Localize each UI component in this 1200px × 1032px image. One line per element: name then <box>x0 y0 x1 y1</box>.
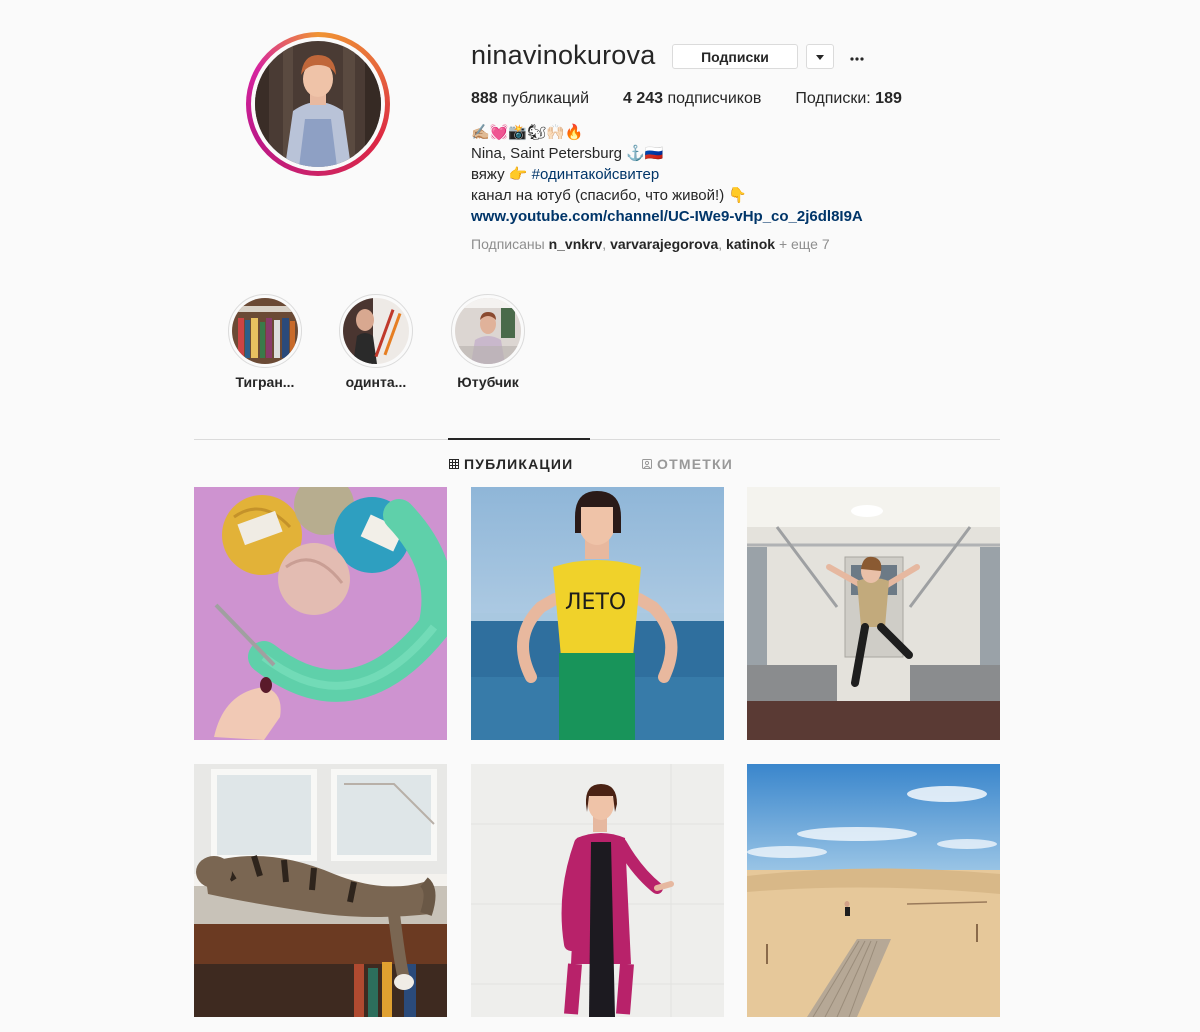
tagged-user-icon <box>642 459 652 469</box>
bio-emoji-line: ✍🏼💓📸🐿🙌🏻🔥 <box>471 124 584 141</box>
avatar[interactable] <box>255 41 381 167</box>
post-thumbnail[interactable] <box>471 764 724 1017</box>
profile-stats: 888 публикаций 4 243 подписчиков Подписк… <box>471 90 936 108</box>
bio-name-line: Nina, Saint Petersburg ⚓️🇷🇺 <box>471 145 664 162</box>
highlight-cover <box>343 298 409 364</box>
tab-posts-label: ПУБЛИКАЦИИ <box>464 456 574 472</box>
post-thumbnail[interactable] <box>194 487 447 740</box>
profile-avatar-ring[interactable] <box>246 32 390 176</box>
posts-count-stat: 888 публикаций <box>471 90 589 108</box>
followers-label: подписчиков <box>667 90 762 107</box>
followed-by-more-link[interactable]: + еще 7 <box>779 236 830 252</box>
tab-tagged[interactable]: ОТМЕТКИ <box>642 456 733 472</box>
tab-posts[interactable]: ПУБЛИКАЦИИ <box>449 456 573 472</box>
post-thumbnail[interactable] <box>747 487 1000 740</box>
story-highlight[interactable]: одинта... <box>328 294 424 390</box>
bio-website-link[interactable]: www.youtube.com/channel/UC-IWe9-vHp_co_2… <box>471 206 991 227</box>
followers-stat[interactable]: 4 243 подписчиков <box>623 90 761 108</box>
following-button[interactable]: Подписки <box>672 44 798 69</box>
posts-label: публикаций <box>502 90 590 107</box>
following-label: Подписки: <box>795 90 871 107</box>
highlight-cover <box>232 298 298 364</box>
suggestions-dropdown-button[interactable] <box>806 44 834 69</box>
highlight-label: Тигран... <box>235 374 295 390</box>
more-options-button[interactable] <box>846 44 868 69</box>
following-stat[interactable]: Подписки: 189 <box>795 90 902 108</box>
followers-count: 4 243 <box>623 90 664 107</box>
grid-icon <box>449 459 459 469</box>
following-count: 189 <box>875 90 902 107</box>
bio-hashtag-link[interactable]: #одинтакойсвитер <box>532 166 660 183</box>
highlight-cover <box>455 298 521 364</box>
followed-by-prefix: Подписаны <box>471 236 545 252</box>
active-tab-indicator <box>448 438 590 440</box>
followed-by-user-link[interactable]: n_vnkrv <box>549 236 603 252</box>
bio-knitting-text: вяжу 👉 <box>471 166 528 183</box>
more-dots-icon <box>850 48 864 66</box>
story-highlight[interactable]: Тигран... <box>217 294 313 390</box>
followed-by-user-link[interactable]: katinok <box>726 236 775 252</box>
bio-youtube-line: канал на ютуб (спасибо, что живой!) 👇 <box>471 187 748 204</box>
highlight-label: одинта... <box>345 374 407 390</box>
followed-by: Подписаны n_vnkrv, varvarajegorova, kati… <box>471 236 830 252</box>
posts-count: 888 <box>471 90 498 107</box>
bio-knitting-line: вяжу 👉 #одинтакойсвитер <box>471 164 991 185</box>
post-thumbnail[interactable] <box>194 764 447 1017</box>
caret-down-icon <box>816 48 824 66</box>
post-caption-on-image: ЛЕТО <box>565 590 626 615</box>
profile-bio: ✍🏼💓📸🐿🙌🏻🔥 Nina, Saint Petersburg ⚓️🇷🇺 вяж… <box>471 122 991 227</box>
post-thumbnail[interactable] <box>747 764 1000 1017</box>
tabs-divider <box>194 439 1000 440</box>
followed-by-user-link[interactable]: varvarajegorova <box>610 236 718 252</box>
highlight-label: Ютубчик <box>457 374 519 390</box>
profile-username: ninavinokurova <box>471 40 656 70</box>
story-highlight[interactable]: Ютубчик <box>440 294 536 390</box>
tab-tagged-label: ОТМЕТКИ <box>657 456 734 472</box>
post-thumbnail[interactable]: ЛЕТО <box>471 487 724 740</box>
